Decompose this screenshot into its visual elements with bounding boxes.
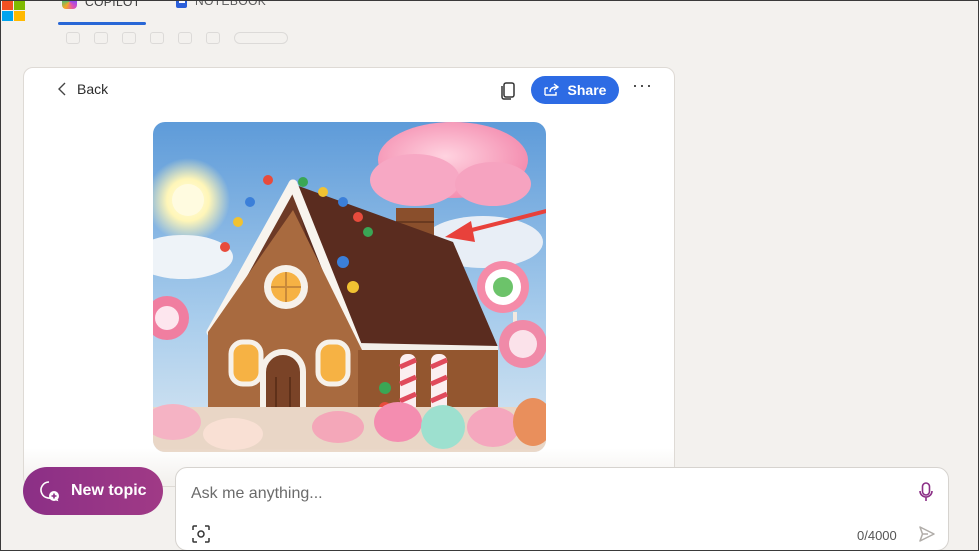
- chevron-left-icon: [58, 82, 66, 96]
- copy-button[interactable]: [499, 80, 517, 100]
- notebook-icon: [176, 0, 187, 8]
- microphone-icon: [919, 482, 933, 501]
- share-button[interactable]: Share: [531, 76, 619, 104]
- copy-icon: [501, 82, 515, 100]
- back-label: Back: [77, 81, 109, 97]
- microsoft-logo-icon: [2, 0, 26, 22]
- faded-toolbar: [66, 32, 288, 44]
- microphone-button[interactable]: [918, 481, 934, 503]
- share-icon: [543, 83, 559, 96]
- new-topic-icon: [40, 481, 59, 502]
- new-topic-button[interactable]: New topic: [23, 467, 163, 515]
- image-viewer-card: Back Share ···: [23, 67, 675, 487]
- tab-notebook-label: NOTEBOOK: [195, 0, 267, 8]
- more-options-button[interactable]: ···: [632, 76, 652, 99]
- generated-image[interactable]: [153, 122, 546, 452]
- ellipsis-icon: ···: [632, 75, 653, 95]
- share-label: Share: [567, 82, 607, 98]
- image-scan-icon: [192, 525, 210, 543]
- send-icon: [919, 526, 935, 542]
- copilot-icon: [62, 0, 77, 9]
- tab-notebook[interactable]: NOTEBOOK: [176, 0, 266, 8]
- new-topic-label: New topic: [71, 482, 147, 499]
- back-button[interactable]: Back: [57, 81, 108, 97]
- tab-copilot-label: COPILOT: [85, 0, 141, 9]
- chat-composer: 0/4000: [175, 467, 949, 551]
- tab-copilot[interactable]: COPILOT: [62, 0, 140, 9]
- character-counter: 0/4000: [857, 528, 897, 543]
- gingerbread-house-image: [153, 122, 546, 452]
- send-button[interactable]: [918, 525, 936, 543]
- chat-input[interactable]: [191, 482, 891, 506]
- visual-search-button[interactable]: [192, 525, 210, 543]
- active-tab-indicator: [58, 22, 146, 25]
